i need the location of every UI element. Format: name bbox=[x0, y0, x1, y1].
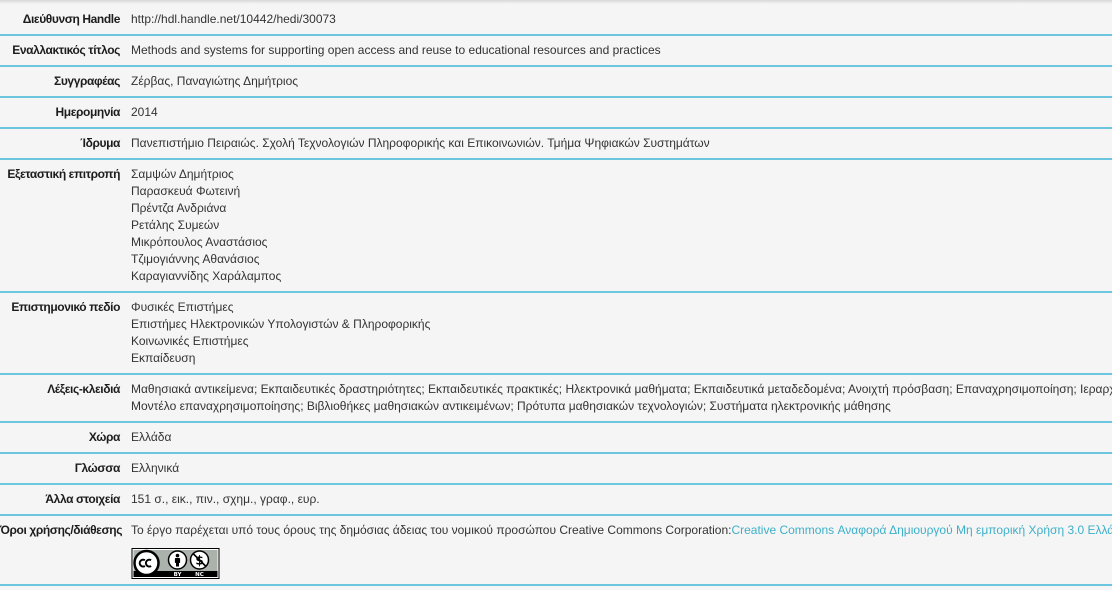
metadata-value-line: Φυσικές Επιστήμες bbox=[131, 300, 234, 314]
metadata-row: Συγγραφέας Ζέρβας, Παναγιώτης Δημήτριος bbox=[0, 67, 1112, 98]
metadata-row: Εναλλακτικός τίτλος Methods and systems f… bbox=[0, 36, 1112, 67]
badge-nc-label: NC bbox=[195, 572, 204, 578]
metadata-row: Λέξεις-κλειδιά Μαθησιακά αντικείμενα; Εκπ… bbox=[0, 375, 1112, 423]
metadata-value: 151 σ., εικ., πιν., σχημ., γραφ., ευρ. bbox=[120, 491, 1112, 508]
metadata-value-line: Μοντέλο επαναχρησιμοποίησης; Βιβλιοθήκες… bbox=[131, 399, 891, 413]
metadata-value-line: Παρασκευά Φωτεινή bbox=[131, 184, 241, 198]
badge-by-label: BY bbox=[174, 572, 183, 578]
metadata-label: Λέξεις-κλειδιά bbox=[47, 382, 120, 396]
metadata-value-line: Μικρόπουλος Αναστάσιος bbox=[131, 235, 268, 249]
metadata-value: Πανεπιστήμιο Πειραιώς. Σχολή Τεχνολογιών… bbox=[120, 135, 1112, 152]
metadata-value-line: Κοινωνικές Επιστήμες bbox=[131, 334, 249, 348]
metadata-value-line: Ελληνικά bbox=[131, 461, 180, 475]
metadata-value-line: Εκπαίδευση bbox=[131, 351, 196, 365]
metadata-label: Επιστημονικό πεδίο bbox=[11, 300, 120, 314]
metadata-value: Σαμψών Δημήτριος Παρασκευά Φωτεινή Πρέντζα… bbox=[120, 166, 1112, 285]
metadata-value-line[interactable]: http://hdl.handle.net/10442/hedi/30073 bbox=[131, 11, 1112, 28]
metadata-label: Εξεταστική επιτροπή bbox=[7, 167, 120, 181]
metadata-row: Άλλα στοιχεία 151 σ., εικ., πιν., σχημ., … bbox=[0, 485, 1112, 516]
metadata-value: Φυσικές Επιστήμες Επιστήμες Ηλεκτρονικών … bbox=[120, 299, 1112, 367]
metadata-value-line: Σαμψών Δημήτριος bbox=[131, 167, 234, 181]
metadata-value: http://hdl.handle.net/10442/hedi/30073 bbox=[120, 11, 1112, 28]
metadata-value: Το έργο παρέχεται υπό τους όρους της δημ… bbox=[120, 522, 1112, 579]
metadata-value-line: Methods and systems for supporting open … bbox=[131, 43, 661, 57]
top-shadow bbox=[0, 0, 1112, 4]
metadata-row: Ημερομηνία 2014 bbox=[0, 98, 1112, 129]
metadata-row: Επιστημονικό πεδίο Φυσικές Επιστήμες Επιστ… bbox=[0, 293, 1112, 375]
creative-commons-by-nc-icon[interactable]: $ BY NC bbox=[131, 548, 220, 579]
metadata-value: Μαθησιακά αντικείμενα; Εκπαιδευτικές δρα… bbox=[120, 381, 1112, 415]
metadata-value-line: Επιστήμες Ηλεκτρονικών Υπολογιστών & Πλη… bbox=[131, 317, 431, 331]
metadata-label: Διεύθυνση Handle bbox=[22, 12, 121, 26]
metadata-row: Εξεταστική επιτροπή Σαμψών Δημήτριος Παρασ… bbox=[0, 160, 1112, 293]
metadata-value: 2014 bbox=[120, 104, 1112, 121]
metadata-value: Ελληνικά bbox=[120, 460, 1112, 477]
metadata-value-line: Καραγιαννίδης Χαράλαμπος bbox=[131, 269, 282, 283]
metadata-value-line: Ζέρβας, Παναγιώτης Δημήτριος bbox=[131, 74, 299, 88]
metadata-row: Διεύθυνση Handle http://hdl.handle.net/10… bbox=[0, 5, 1112, 36]
metadata-value-line: Ελλάδα bbox=[131, 430, 172, 444]
metadata-value-line: Μαθησιακά αντικείμενα; Εκπαιδευτικές δρα… bbox=[131, 382, 1112, 396]
metadata-label: Γλώσσα bbox=[74, 461, 121, 475]
metadata-label: Χώρα bbox=[88, 430, 121, 444]
metadata-value-line: 2014 bbox=[131, 105, 158, 119]
metadata-row: Χώρα Ελλάδα bbox=[0, 423, 1112, 454]
metadata-row-license: Όροι χρήσης/διάθεσης Το έργο παρέχεται υ… bbox=[0, 516, 1112, 586]
license-text: Το έργο παρέχεται υπό τους όρους της δημ… bbox=[131, 523, 732, 537]
metadata-row: Γλώσσα Ελληνικά bbox=[0, 454, 1112, 485]
metadata-row: Ίδρυμα Πανεπιστήμιο Πειραιώς. Σχολή Τεχνο… bbox=[0, 129, 1112, 160]
metadata-table: Διεύθυνση Handle http://hdl.handle.net/10… bbox=[0, 5, 1112, 586]
metadata-value-line: Ρετάλης Συμεών bbox=[131, 218, 220, 232]
metadata-value: Ελλάδα bbox=[120, 429, 1112, 446]
metadata-label: Άλλα στοιχεία bbox=[45, 492, 120, 506]
metadata-label: Ίδρυμα bbox=[80, 136, 120, 150]
metadata-value-line: Πρέντζα Ανδριάνα bbox=[131, 201, 227, 215]
metadata-label: Όροι χρήσης/διάθεσης bbox=[0, 523, 123, 537]
metadata-label: Συγγραφέας bbox=[54, 74, 120, 88]
metadata-label: Ημερομηνία bbox=[55, 105, 120, 119]
metadata-value: Ζέρβας, Παναγιώτης Δημήτριος bbox=[120, 73, 1112, 90]
metadata-value: Methods and systems for supporting open … bbox=[120, 42, 1112, 59]
metadata-rows: Διεύθυνση Handle http://hdl.handle.net/10… bbox=[0, 5, 1112, 516]
metadata-value-line: Πανεπιστήμιο Πειραιώς. Σχολή Τεχνολογιών… bbox=[131, 136, 710, 150]
metadata-label: Εναλλακτικός τίτλος bbox=[12, 43, 120, 57]
license-link[interactable]: Creative Commons Αναφορά Δημιουργού Μη ε… bbox=[731, 523, 1112, 537]
metadata-value-line: Τζιμογιάννης Αθανάσιος bbox=[131, 252, 260, 266]
metadata-value-line: 151 σ., εικ., πιν., σχημ., γραφ., ευρ. bbox=[131, 492, 320, 506]
